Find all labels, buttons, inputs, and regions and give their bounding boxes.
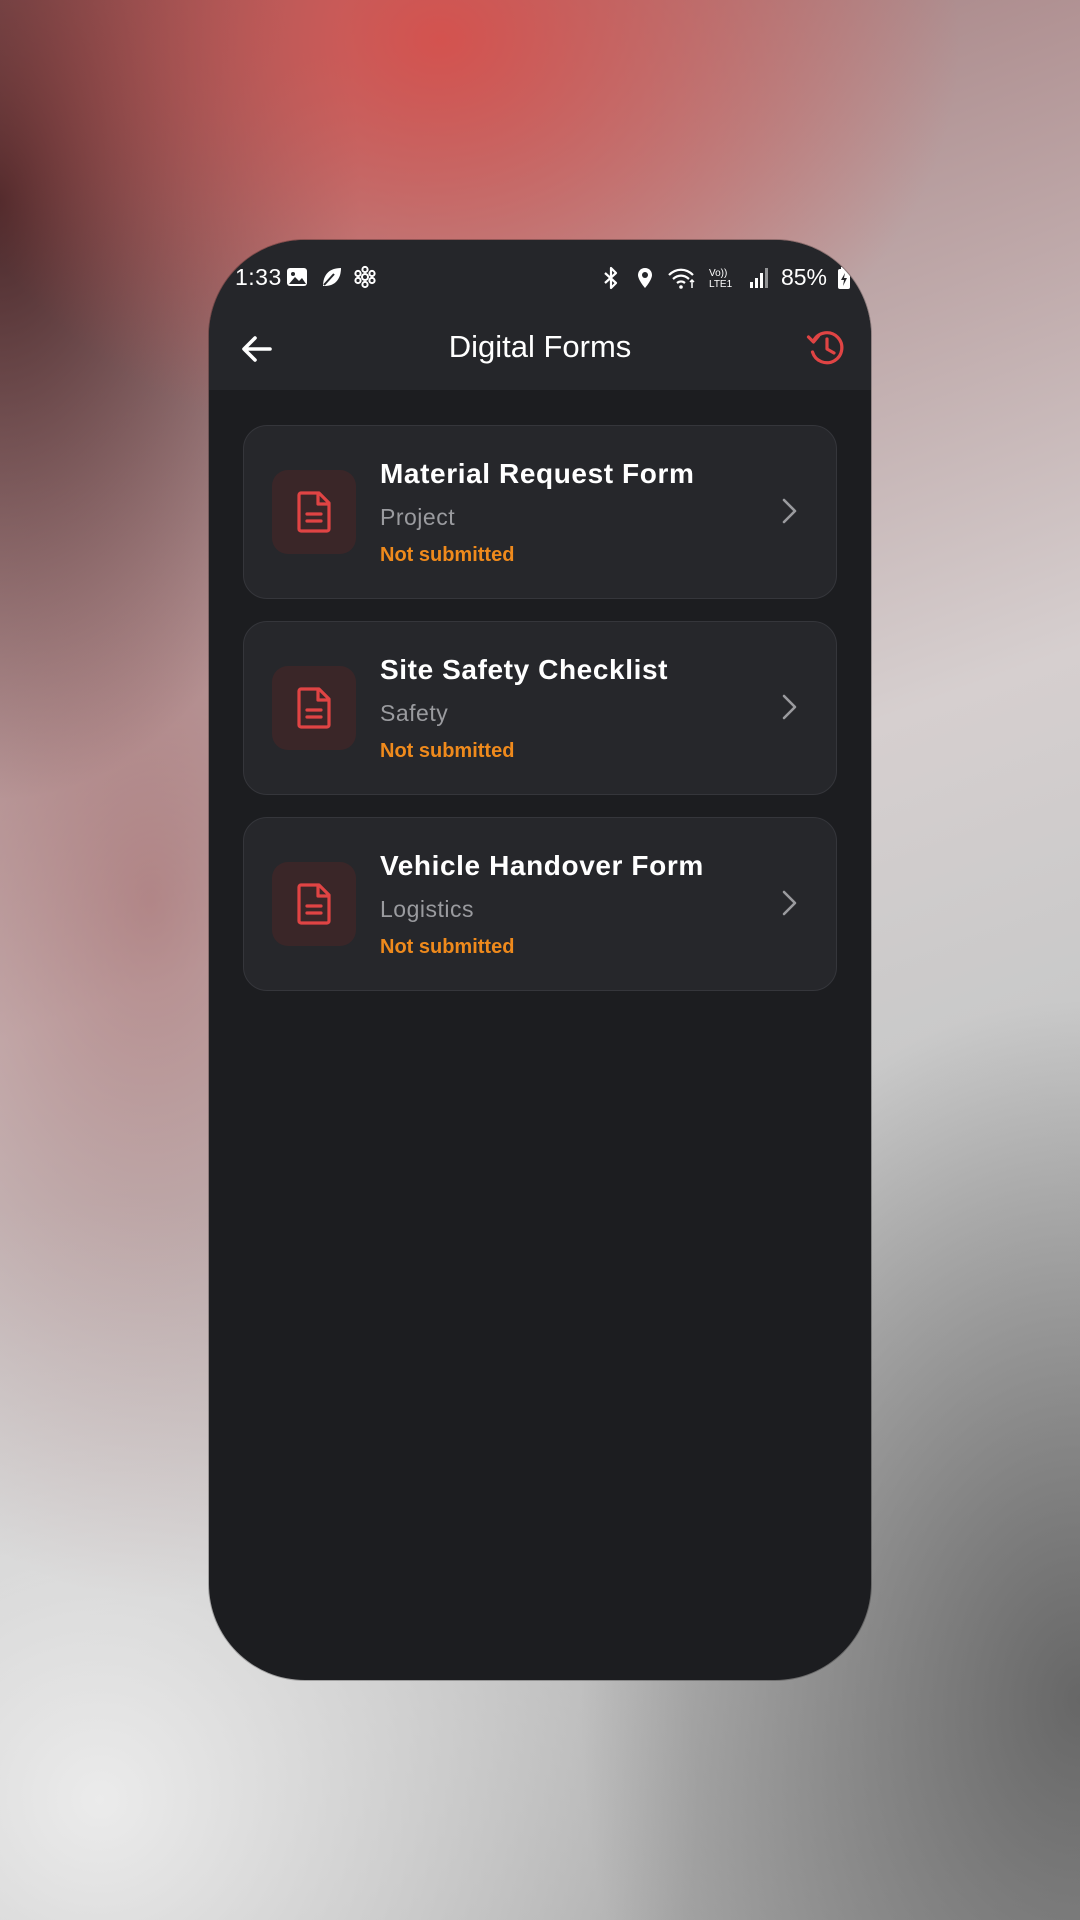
form-title: Site Safety Checklist bbox=[380, 654, 669, 685]
volte-icon: Vo)) LTE1 bbox=[709, 268, 733, 290]
phone-screen: 1:33 Vo)) LTE1 85% Digital Forms Materia… bbox=[209, 240, 871, 1680]
form-icon-tile bbox=[272, 862, 356, 946]
form-category: Project bbox=[380, 504, 456, 530]
status-left-icons bbox=[285, 265, 377, 289]
signal-icon bbox=[749, 267, 768, 288]
document-icon bbox=[297, 687, 331, 729]
flower-icon bbox=[354, 265, 376, 289]
form-card[interactable]: Material Request Form Project Not submit… bbox=[243, 425, 837, 599]
page-title: Digital Forms bbox=[448, 329, 632, 364]
form-status: Not submitted bbox=[380, 740, 515, 762]
svg-text:Vo)): Vo)) bbox=[709, 268, 727, 279]
chevron-right-icon bbox=[782, 890, 797, 916]
battery-percentage: 85% bbox=[780, 264, 827, 290]
status-bar: 1:33 Vo)) LTE1 85% bbox=[209, 262, 871, 296]
image-icon bbox=[287, 268, 307, 286]
location-icon bbox=[637, 267, 652, 288]
form-status: Not submitted bbox=[380, 544, 515, 566]
chevron-right-icon bbox=[782, 498, 797, 524]
form-icon-tile bbox=[272, 470, 356, 554]
form-category: Logistics bbox=[380, 896, 474, 922]
form-status: Not submitted bbox=[380, 936, 515, 958]
form-card[interactable]: Vehicle Handover Form Logistics Not subm… bbox=[243, 817, 837, 991]
history-icon[interactable] bbox=[805, 326, 849, 370]
bluetooth-icon bbox=[604, 266, 618, 289]
battery-icon bbox=[838, 266, 850, 289]
form-title: Vehicle Handover Form bbox=[380, 850, 704, 881]
form-icon-tile bbox=[272, 666, 356, 750]
forms-list: Material Request Form Project Not submit… bbox=[243, 425, 837, 1013]
status-right-icons: Vo)) LTE1 85% bbox=[599, 264, 851, 291]
wifi-icon bbox=[668, 268, 695, 289]
top-bar: 1:33 Vo)) LTE1 85% Digital Forms bbox=[209, 240, 871, 390]
form-card[interactable]: Site Safety Checklist Safety Not submitt… bbox=[243, 621, 837, 795]
document-icon bbox=[297, 491, 331, 533]
chevron-right-icon bbox=[782, 694, 797, 720]
form-title: Material Request Form bbox=[380, 458, 695, 489]
leaf-icon bbox=[323, 268, 341, 286]
form-category: Safety bbox=[380, 700, 449, 726]
app-header: Digital Forms bbox=[209, 315, 871, 385]
document-icon bbox=[297, 883, 331, 925]
svg-text:LTE1: LTE1 bbox=[709, 279, 733, 290]
status-time: 1:33 bbox=[235, 264, 282, 290]
